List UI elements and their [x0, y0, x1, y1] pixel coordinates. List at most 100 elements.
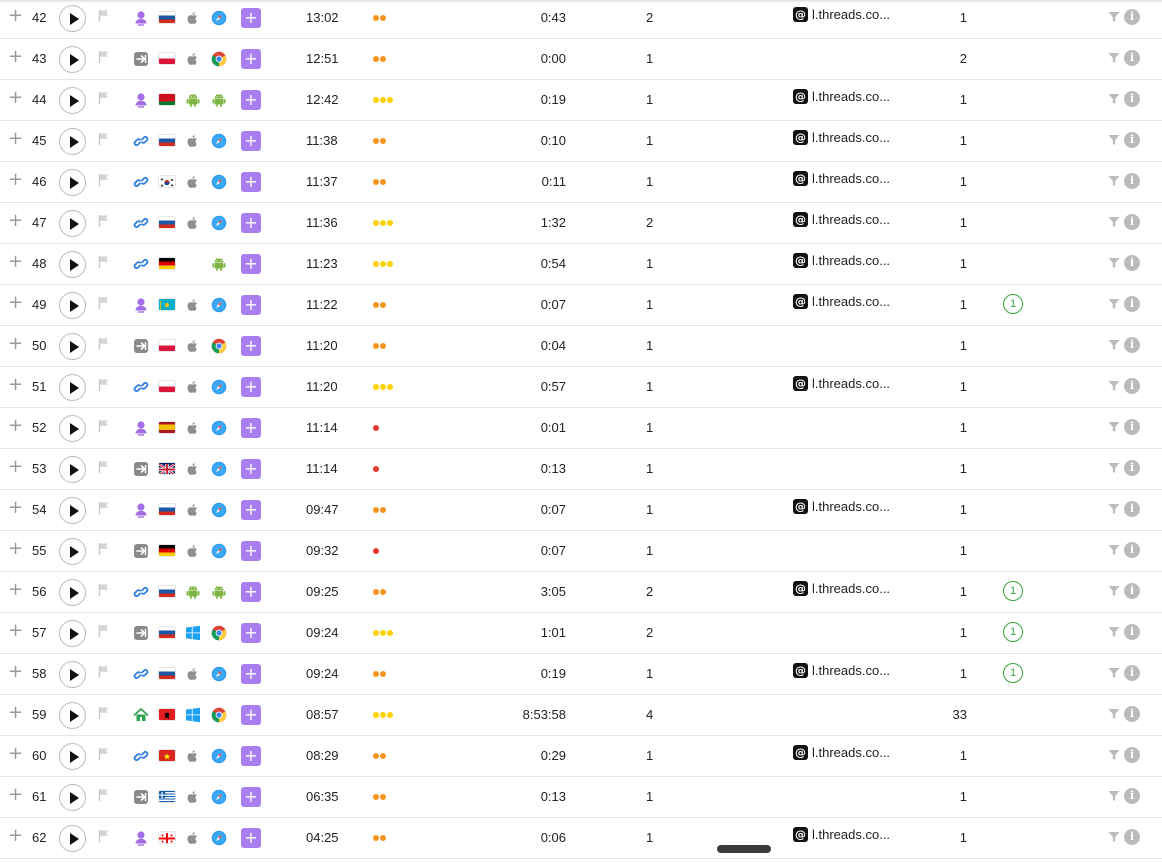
referrer-link[interactable]: @ l.threads.co... [793, 827, 890, 842]
info-icon[interactable]: i [1124, 214, 1140, 230]
add-button[interactable]: + [241, 828, 261, 848]
referrer-link[interactable]: @ l.threads.co... [793, 171, 890, 186]
expand-icon[interactable]: + [8, 171, 23, 189]
filter-icon[interactable] [1108, 667, 1120, 679]
add-button[interactable]: + [241, 131, 261, 151]
play-button[interactable] [59, 497, 86, 524]
filter-icon[interactable] [1108, 11, 1120, 23]
info-icon[interactable]: i [1124, 419, 1140, 435]
expand-icon[interactable]: + [8, 417, 23, 435]
add-button[interactable]: + [241, 295, 261, 315]
play-button[interactable] [59, 128, 86, 155]
table-row[interactable]: +52 +11:14 0:01 1 1 i [0, 408, 1162, 449]
expand-icon[interactable]: + [8, 622, 23, 640]
play-button[interactable] [59, 579, 86, 606]
add-button[interactable]: + [241, 254, 261, 274]
play-button[interactable] [59, 784, 86, 811]
table-row[interactable]: +44 +12:42 0:19 1 @ l.threads.co... 1 i [0, 80, 1162, 121]
play-button[interactable] [59, 333, 86, 360]
filter-icon[interactable] [1108, 216, 1120, 228]
add-button[interactable]: + [241, 213, 261, 233]
filter-icon[interactable] [1108, 93, 1120, 105]
expand-icon[interactable]: + [8, 827, 23, 845]
add-button[interactable]: + [241, 172, 261, 192]
referrer-link[interactable]: @ l.threads.co... [793, 499, 890, 514]
flag-icon[interactable] [98, 91, 110, 105]
info-icon[interactable]: i [1124, 50, 1140, 66]
play-button[interactable] [59, 743, 86, 770]
referrer-link[interactable]: @ l.threads.co... [793, 294, 890, 309]
add-button[interactable]: + [241, 418, 261, 438]
filter-icon[interactable] [1108, 749, 1120, 761]
flag-icon[interactable] [98, 460, 110, 474]
flag-icon[interactable] [98, 296, 110, 310]
play-button[interactable] [59, 210, 86, 237]
info-icon[interactable]: i [1124, 91, 1140, 107]
filter-icon[interactable] [1108, 380, 1120, 392]
flag-icon[interactable] [98, 214, 110, 228]
table-row[interactable]: +62 +04:25 0:06 1 @ l.threads.co... 1 i [0, 818, 1162, 859]
table-row[interactable]: +48 +11:23 0:54 1 @ l.threads.co... 1 i [0, 244, 1162, 285]
add-button[interactable]: + [241, 705, 261, 725]
flag-icon[interactable] [98, 378, 110, 392]
table-row[interactable]: +43 +12:51 0:00 1 2 i [0, 39, 1162, 80]
add-button[interactable]: + [241, 90, 261, 110]
info-icon[interactable]: i [1124, 706, 1140, 722]
play-button[interactable] [59, 46, 86, 73]
referrer-link[interactable]: @ l.threads.co... [793, 130, 890, 145]
expand-icon[interactable]: + [8, 458, 23, 476]
play-button[interactable] [59, 87, 86, 114]
add-button[interactable]: + [241, 746, 261, 766]
flag-icon[interactable] [98, 337, 110, 351]
info-icon[interactable]: i [1124, 665, 1140, 681]
flag-icon[interactable] [98, 624, 110, 638]
add-button[interactable]: + [241, 541, 261, 561]
play-button[interactable] [59, 374, 86, 401]
expand-icon[interactable]: + [8, 335, 23, 353]
referrer-link[interactable]: @ l.threads.co... [793, 7, 890, 22]
expand-icon[interactable]: + [8, 7, 23, 25]
filter-icon[interactable] [1108, 544, 1120, 556]
add-button[interactable]: + [241, 582, 261, 602]
referrer-link[interactable]: @ l.threads.co... [793, 253, 890, 268]
play-button[interactable] [59, 5, 86, 32]
table-row[interactable]: +55 +09:32 0:07 1 1 i [0, 531, 1162, 572]
expand-icon[interactable]: + [8, 745, 23, 763]
table-row[interactable]: +61 +06:35 0:13 1 1 i [0, 777, 1162, 818]
play-button[interactable] [59, 415, 86, 442]
flag-icon[interactable] [98, 132, 110, 146]
flag-icon[interactable] [98, 665, 110, 679]
add-button[interactable]: + [241, 787, 261, 807]
filter-icon[interactable] [1108, 421, 1120, 433]
filter-icon[interactable] [1108, 585, 1120, 597]
flag-icon[interactable] [98, 542, 110, 556]
play-button[interactable] [59, 251, 86, 278]
table-row[interactable]: +45 +11:38 0:10 1 @ l.threads.co... 1 i [0, 121, 1162, 162]
add-button[interactable]: + [241, 8, 261, 28]
play-button[interactable] [59, 456, 86, 483]
filter-icon[interactable] [1108, 339, 1120, 351]
info-icon[interactable]: i [1124, 255, 1140, 271]
flag-icon[interactable] [98, 50, 110, 64]
info-icon[interactable]: i [1124, 747, 1140, 763]
expand-icon[interactable]: + [8, 540, 23, 558]
referrer-link[interactable]: @ l.threads.co... [793, 212, 890, 227]
filter-icon[interactable] [1108, 708, 1120, 720]
table-row[interactable]: +56 +09:25 3:05 2 @ l.threads.co... 1 1 i [0, 572, 1162, 613]
flag-icon[interactable] [98, 583, 110, 597]
flag-icon[interactable] [98, 501, 110, 515]
expand-icon[interactable]: + [8, 294, 23, 312]
info-icon[interactable]: i [1124, 378, 1140, 394]
table-row[interactable]: +46 +11:37 0:11 1 @ l.threads.co... 1 i [0, 162, 1162, 203]
add-button[interactable]: + [241, 500, 261, 520]
play-button[interactable] [59, 661, 86, 688]
referrer-link[interactable]: @ l.threads.co... [793, 89, 890, 104]
expand-icon[interactable]: + [8, 89, 23, 107]
flag-icon[interactable] [98, 9, 110, 23]
referrer-link[interactable]: @ l.threads.co... [793, 745, 890, 760]
expand-icon[interactable]: + [8, 663, 23, 681]
filter-icon[interactable] [1108, 831, 1120, 843]
expand-icon[interactable]: + [8, 48, 23, 66]
expand-icon[interactable]: + [8, 212, 23, 230]
filter-icon[interactable] [1108, 503, 1120, 515]
